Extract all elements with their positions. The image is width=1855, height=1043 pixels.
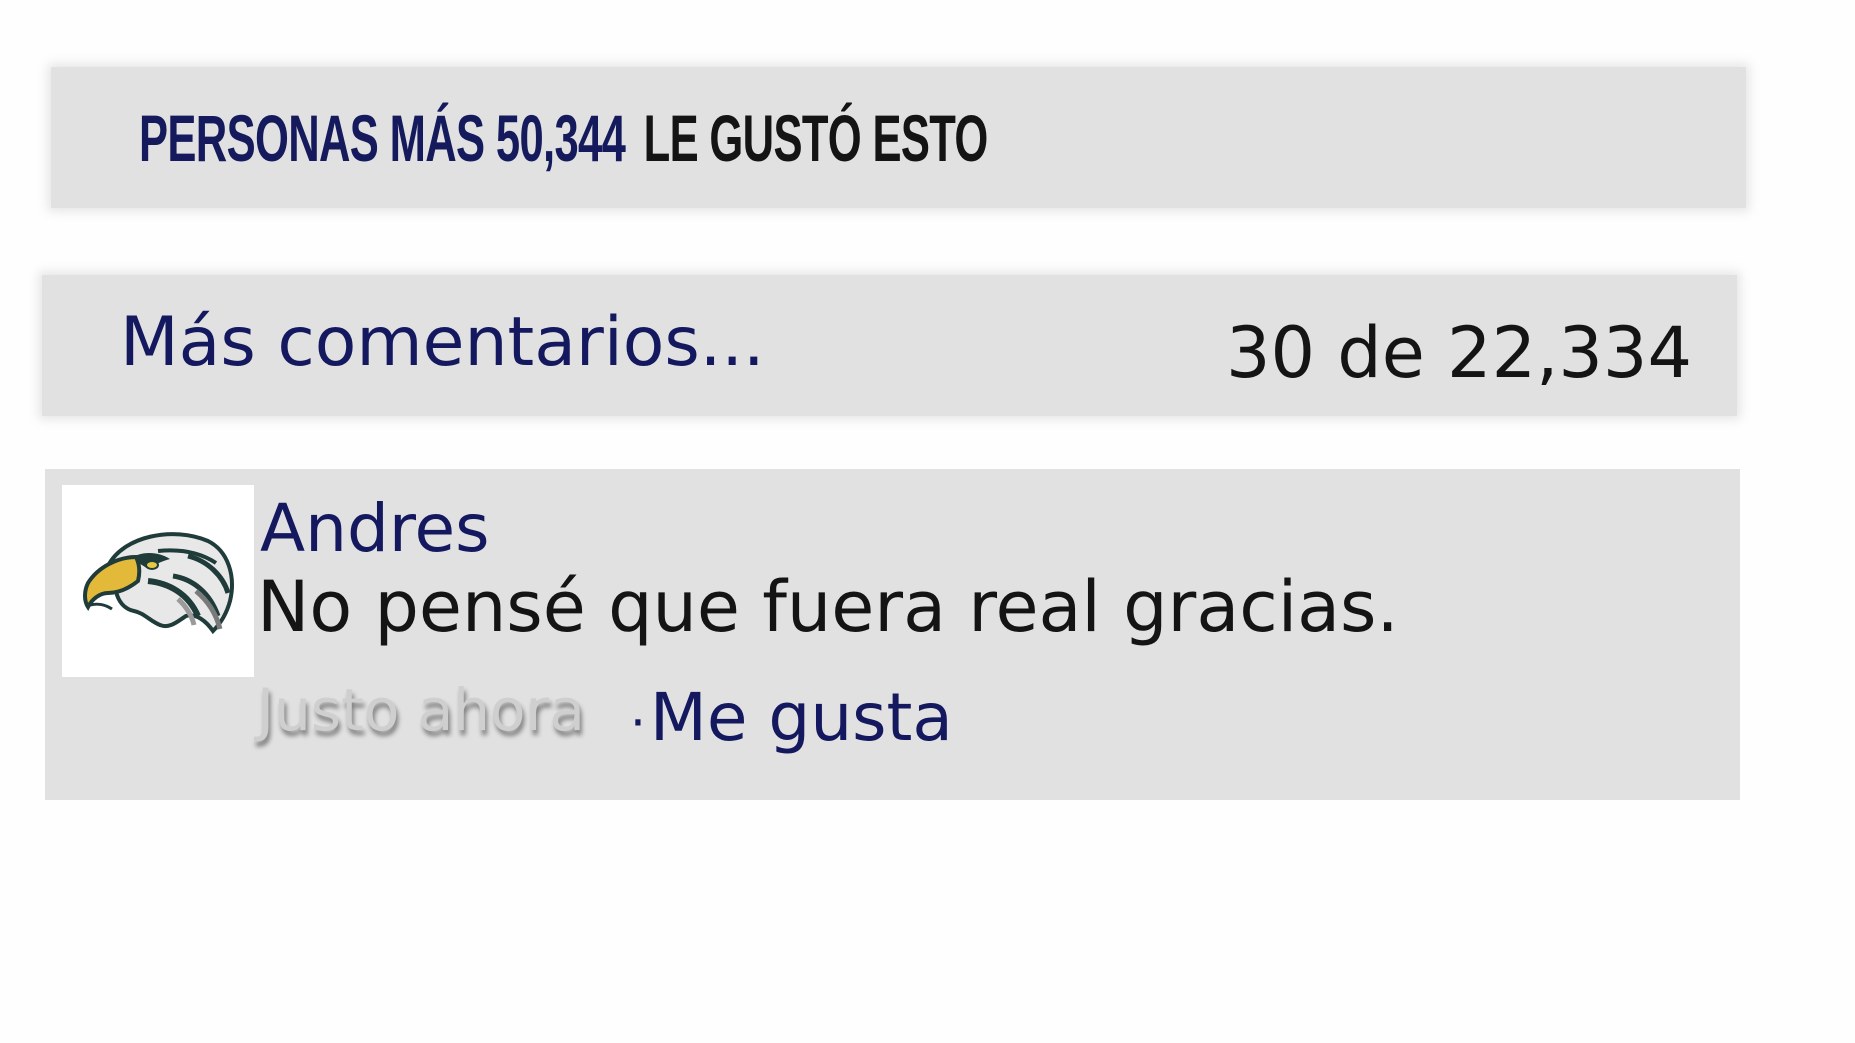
likes-summary: PERSONAS MÁS 50,344 LE GUSTÓ ESTO	[139, 101, 988, 175]
more-comments-bar: Más comentarios... 30 de 22,334	[42, 275, 1737, 416]
comment-text: No pensé que fuera real gracias.	[257, 566, 1399, 648]
avatar[interactable]	[62, 485, 254, 677]
more-comments-link[interactable]: Más comentarios...	[120, 303, 765, 383]
like-button[interactable]: ·Me gusta	[630, 679, 953, 762]
comment-author[interactable]: Andres	[260, 491, 490, 567]
comment-timestamp: Justo ahora	[257, 676, 585, 744]
comments-count: 30 de 22,334	[1225, 312, 1692, 394]
like-label: Me gusta	[649, 679, 953, 756]
likes-suffix-text: LE GUSTÓ ESTO	[643, 101, 989, 175]
likes-banner: PERSONAS MÁS 50,344 LE GUSTÓ ESTO	[51, 67, 1746, 208]
comment-card: Andres No pensé que fuera real gracias. …	[45, 469, 1740, 800]
like-separator: ·	[630, 694, 646, 752]
likes-count-text: PERSONAS MÁS 50,344	[139, 101, 626, 175]
eagle-icon	[83, 532, 234, 635]
